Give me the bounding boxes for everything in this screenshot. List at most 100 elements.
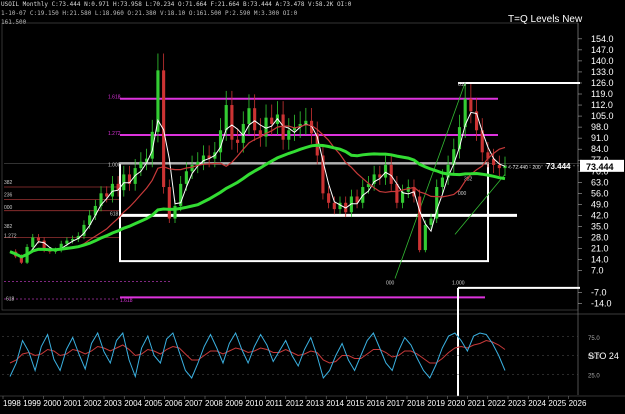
y-tick-label: 126.0 — [591, 78, 614, 88]
candle-body — [105, 193, 109, 197]
x-tick-label: 2023 — [508, 399, 526, 408]
candle-body — [65, 240, 69, 244]
y-tick-label: 98.0 — [591, 122, 609, 132]
x-tick-label: 2012 — [286, 399, 304, 408]
stochastic-slow-line — [9, 339, 506, 364]
candle-body — [395, 183, 399, 203]
y-tick-label: 56.0 — [591, 188, 609, 198]
price-panel-border — [1, 22, 579, 311]
y-tick-label: 28.0 — [591, 232, 609, 242]
candle-body — [122, 174, 126, 191]
sto-tick-label: 75.0 — [588, 336, 600, 342]
y-tick-label: 140.0 — [591, 56, 614, 66]
y-tick-label: 105.0 — [591, 111, 614, 121]
x-tick-label: 2005 — [144, 399, 162, 408]
x-tick-label: 2018 — [407, 399, 425, 408]
candle-body — [287, 130, 291, 140]
x-tick-label: 2021 — [468, 399, 486, 408]
y-tick-label: 14.0 — [591, 255, 609, 265]
x-tick-label: 2000 — [43, 399, 61, 408]
chart-window: USOIL Monthly C:73.444 N:0.971 H:73.958 … — [0, 0, 625, 414]
fib-label: 1.618 — [120, 298, 133, 304]
fib-label: 000 — [386, 281, 395, 287]
indicator-label: STO 24 — [588, 351, 619, 361]
fib-label: 236 — [4, 192, 13, 198]
candle-body — [440, 177, 444, 188]
sto-tick-label: 25.0 — [588, 373, 600, 379]
fib-label: 382 — [4, 180, 13, 186]
candle-body — [31, 237, 35, 247]
candle-body — [36, 237, 41, 241]
chart-title: T=Q Levels New — [508, 14, 583, 25]
candle-body — [258, 130, 262, 137]
x-tick-label: 2011 — [266, 399, 284, 408]
candle-body — [167, 187, 171, 219]
candle-body — [230, 105, 234, 140]
last-price-inline: 73.444 — [546, 162, 571, 171]
y-tick-label: 147.0 — [591, 45, 614, 55]
candle-body — [469, 98, 473, 112]
x-tick-label: 2010 — [245, 399, 263, 408]
x-tick-label: 2015 — [346, 399, 364, 408]
fib-label: 000 — [4, 205, 13, 211]
candle-body — [184, 171, 188, 184]
candle-body — [281, 114, 285, 140]
y-tick-label: -14.0 — [591, 299, 612, 309]
candle-body — [497, 164, 501, 169]
x-tick-label: 1999 — [23, 399, 41, 408]
x-tick-label: 2026 — [569, 399, 587, 408]
x-tick-label: 2024 — [528, 399, 546, 408]
y-tick-label: 133.0 — [591, 67, 614, 77]
fib-label: 000 — [458, 191, 467, 197]
y-tick-label: -7.0 — [591, 288, 607, 298]
y-tick-label: 49.0 — [591, 199, 609, 209]
trend-line-2 — [454, 174, 506, 235]
x-tick-label: 2008 — [205, 399, 223, 408]
candle-body — [429, 218, 433, 225]
x-tick-label: 2019 — [427, 399, 445, 408]
moving-average-green — [9, 143, 506, 259]
y-tick-label: 35.0 — [591, 221, 609, 231]
fib-label: 1.618 — [108, 95, 121, 101]
candle-body — [423, 224, 427, 251]
candle-body — [327, 193, 331, 203]
x-tick-label: 2017 — [387, 399, 405, 408]
candle-body — [253, 108, 257, 131]
x-tick-label: 2025 — [548, 399, 566, 408]
y-tick-label: 112.0 — [591, 100, 613, 110]
x-tick-label: 2022 — [488, 399, 506, 408]
candle-body — [190, 164, 194, 172]
x-tick-label: 2004 — [124, 399, 142, 408]
x-tick-label: 2013 — [306, 399, 324, 408]
last-price-label: 73.444 — [586, 162, 614, 172]
price-annotation: <-72.440 - 200 — [508, 165, 541, 171]
x-tick-label: 2016 — [367, 399, 385, 408]
x-tick-label: 2020 — [447, 399, 465, 408]
trend-line — [394, 82, 466, 279]
fib-label: 1.000 — [452, 281, 465, 287]
price-chart[interactable]: T=Q Levels New154.0147.0140.0133.0126.01… — [0, 0, 625, 414]
y-tick-label: 84.0 — [591, 144, 609, 154]
y-tick-label: 119.0 — [591, 89, 613, 99]
y-tick-label: 154.0 — [591, 34, 614, 44]
x-tick-label: 2003 — [104, 399, 122, 408]
candle-body — [110, 183, 114, 197]
fib-label: 1.272 — [108, 131, 121, 137]
candle-body — [247, 108, 251, 124]
x-tick-label: 1998 — [3, 399, 21, 408]
fib-label: 618 — [110, 211, 119, 217]
x-tick-label: 2007 — [185, 399, 203, 408]
candle-body — [270, 117, 274, 124]
fib-label: 1.000 — [108, 162, 121, 168]
candle-body — [418, 196, 422, 251]
x-tick-label: 2009 — [225, 399, 243, 408]
fib-label: 618 — [6, 296, 15, 302]
candle-body — [224, 105, 228, 131]
fib-label: 1.272 — [4, 233, 17, 239]
x-tick-label: 2002 — [84, 399, 102, 408]
candle-body — [332, 202, 336, 210]
y-tick-label: 42.0 — [591, 210, 609, 220]
x-tick-label: 2014 — [326, 399, 344, 408]
x-tick-label: 2001 — [64, 399, 82, 408]
y-tick-label: 63.0 — [591, 177, 609, 187]
